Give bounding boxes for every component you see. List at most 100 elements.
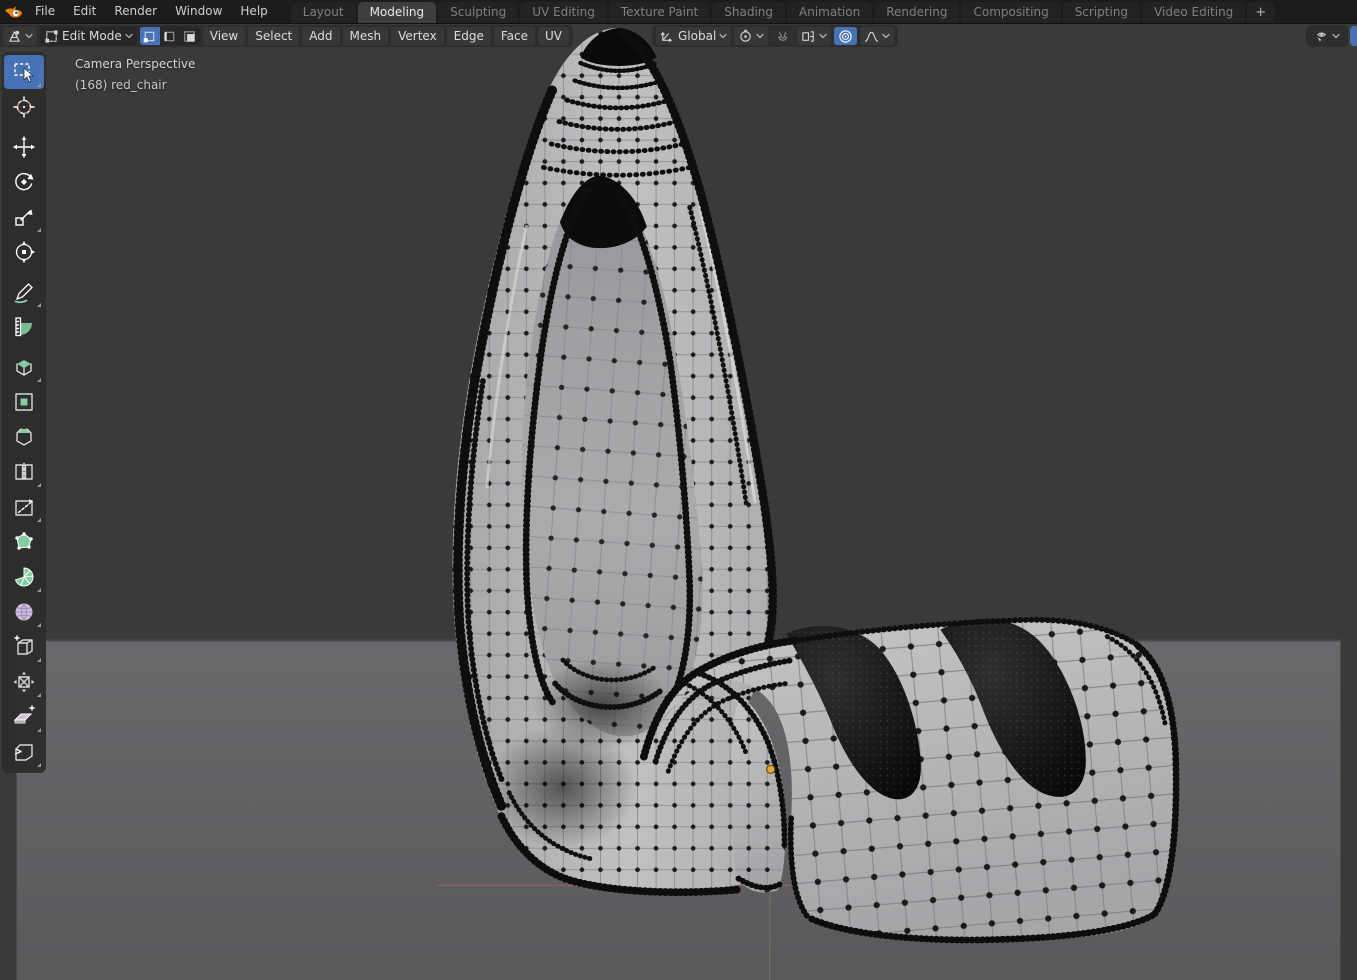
add-workspace-button[interactable]: + [1247, 2, 1275, 23]
tool-smooth[interactable] [4, 595, 44, 629]
tool-spin[interactable] [4, 560, 44, 594]
proportional-editing-toggle[interactable] [834, 27, 858, 45]
tab-layout[interactable]: Layout [290, 2, 356, 23]
menu-view[interactable]: View [202, 27, 246, 45]
tool-scale[interactable] [4, 200, 44, 234]
edit-mode-cube-icon [45, 29, 58, 43]
mode-dropdown[interactable]: Edit Mode [40, 27, 137, 45]
rotate-icon [15, 172, 34, 191]
tool-select-box[interactable] [4, 55, 44, 89]
vertex-select-button[interactable] [139, 27, 160, 45]
tool-poly-build[interactable] [4, 525, 44, 559]
tab-texture-paint[interactable]: Texture Paint [608, 2, 711, 23]
viewport-header-middle: Global [652, 25, 899, 47]
tool-inset-faces[interactable] [4, 385, 44, 419]
editor-type-button[interactable] [3, 27, 37, 45]
face-select-icon [184, 30, 195, 42]
tab-video-editing[interactable]: Video Editing [1142, 2, 1246, 23]
tab-uv-editing[interactable]: UV Editing [520, 2, 607, 23]
menu-vertex[interactable]: Vertex [391, 27, 444, 45]
shear-icon [13, 705, 35, 724]
viewport-canvas[interactable]: Camera Perspective (168) red_chair Edit … [0, 24, 1357, 980]
mode-dropdown-label: Edit Mode [62, 29, 122, 43]
snap-magnet-icon [778, 31, 788, 41]
object-origin-dot[interactable] [766, 764, 776, 774]
pivot-point-icon [740, 28, 752, 42]
scale-icon [15, 209, 33, 226]
tool-shrink-fatten[interactable] [4, 665, 44, 699]
gizmo-visibility-dropdown[interactable] [1310, 27, 1344, 45]
chevron-down-icon [1332, 33, 1340, 39]
menu-edit[interactable]: Edit [64, 0, 105, 23]
transform-orientation-dropdown[interactable]: Global [656, 27, 732, 45]
edge-select-icon [164, 31, 175, 41]
editor-3d-viewport-icon [9, 30, 20, 42]
tab-shading[interactable]: Shading [712, 2, 785, 23]
tool-knife[interactable] [4, 490, 44, 524]
extrude-region-icon [16, 360, 32, 376]
tool-extrude-region[interactable] [4, 350, 44, 384]
chevron-down-icon [882, 33, 890, 39]
workspace-tabs: Layout Modeling Sculpting UV Editing Tex… [290, 0, 1276, 23]
tool-move[interactable] [4, 130, 44, 164]
tab-animation[interactable]: Animation [787, 2, 873, 23]
overlays-toggle-partial[interactable] [1350, 26, 1357, 46]
tab-rendering[interactable]: Rendering [874, 2, 960, 23]
select-box-icon [14, 63, 35, 83]
blender-logo-icon[interactable] [0, 0, 26, 23]
menu-select[interactable]: Select [248, 27, 300, 45]
active-object-label: (168) red_chair [75, 78, 167, 92]
chevron-down-icon [125, 33, 133, 39]
tab-compositing[interactable]: Compositing [961, 2, 1061, 23]
falloff-dropdown[interactable] [860, 27, 895, 45]
transform-icon [15, 241, 35, 263]
chevron-down-icon [719, 33, 727, 39]
face-select-button[interactable] [180, 27, 200, 45]
scene-3d [16, 24, 1341, 980]
edge-select-button[interactable] [160, 27, 180, 45]
annotate-pencil-icon [14, 283, 33, 304]
select-mode-group [139, 27, 200, 45]
menu-uv[interactable]: UV [538, 27, 570, 45]
orientation-label: Global [678, 29, 717, 43]
tool-bevel[interactable] [4, 420, 44, 454]
viewport-header-right [1306, 25, 1348, 47]
tool-shear[interactable] [4, 700, 44, 734]
menu-render[interactable]: Render [105, 0, 166, 23]
tool-measure[interactable] [4, 310, 44, 344]
knife-icon [15, 499, 33, 516]
tool-shelf [2, 52, 46, 773]
menu-window[interactable]: Window [166, 0, 231, 23]
measure-icon [15, 317, 32, 337]
menu-edge[interactable]: Edge [446, 27, 491, 45]
menu-add[interactable]: Add [302, 27, 340, 45]
tab-sculpting[interactable]: Sculpting [438, 2, 519, 23]
tool-loop-cut[interactable] [4, 455, 44, 489]
pivot-point-dropdown[interactable] [734, 27, 769, 45]
tab-modeling[interactable]: Modeling [357, 2, 437, 23]
menu-help[interactable]: Help [231, 0, 276, 23]
menu-file[interactable]: File [26, 0, 64, 23]
chevron-down-icon [25, 33, 33, 39]
menu-mesh[interactable]: Mesh [342, 27, 389, 45]
edge-slide-icon [14, 635, 33, 655]
move-icon [13, 136, 35, 158]
topbar: File Edit Render Window Help Layout Mode… [0, 0, 1357, 24]
spin-icon [14, 567, 34, 587]
rip-region-icon [14, 744, 33, 761]
tool-annotate[interactable] [4, 275, 44, 309]
tool-rotate[interactable] [4, 165, 44, 199]
tool-edge-slide[interactable] [4, 630, 44, 664]
chevron-down-icon [756, 33, 764, 39]
cursor-3d-icon [13, 96, 35, 118]
gizmo-visibility-icon [1316, 31, 1326, 43]
tab-scripting[interactable]: Scripting [1062, 2, 1141, 23]
tool-transform[interactable] [4, 235, 44, 269]
bevel-icon [16, 428, 32, 446]
tool-cursor[interactable] [4, 90, 44, 124]
snap-target-dropdown[interactable] [797, 27, 832, 45]
menu-face[interactable]: Face [493, 27, 536, 45]
tool-rip-region[interactable] [4, 735, 44, 769]
snap-toggle-button[interactable] [771, 27, 795, 45]
inset-faces-icon [15, 393, 33, 411]
